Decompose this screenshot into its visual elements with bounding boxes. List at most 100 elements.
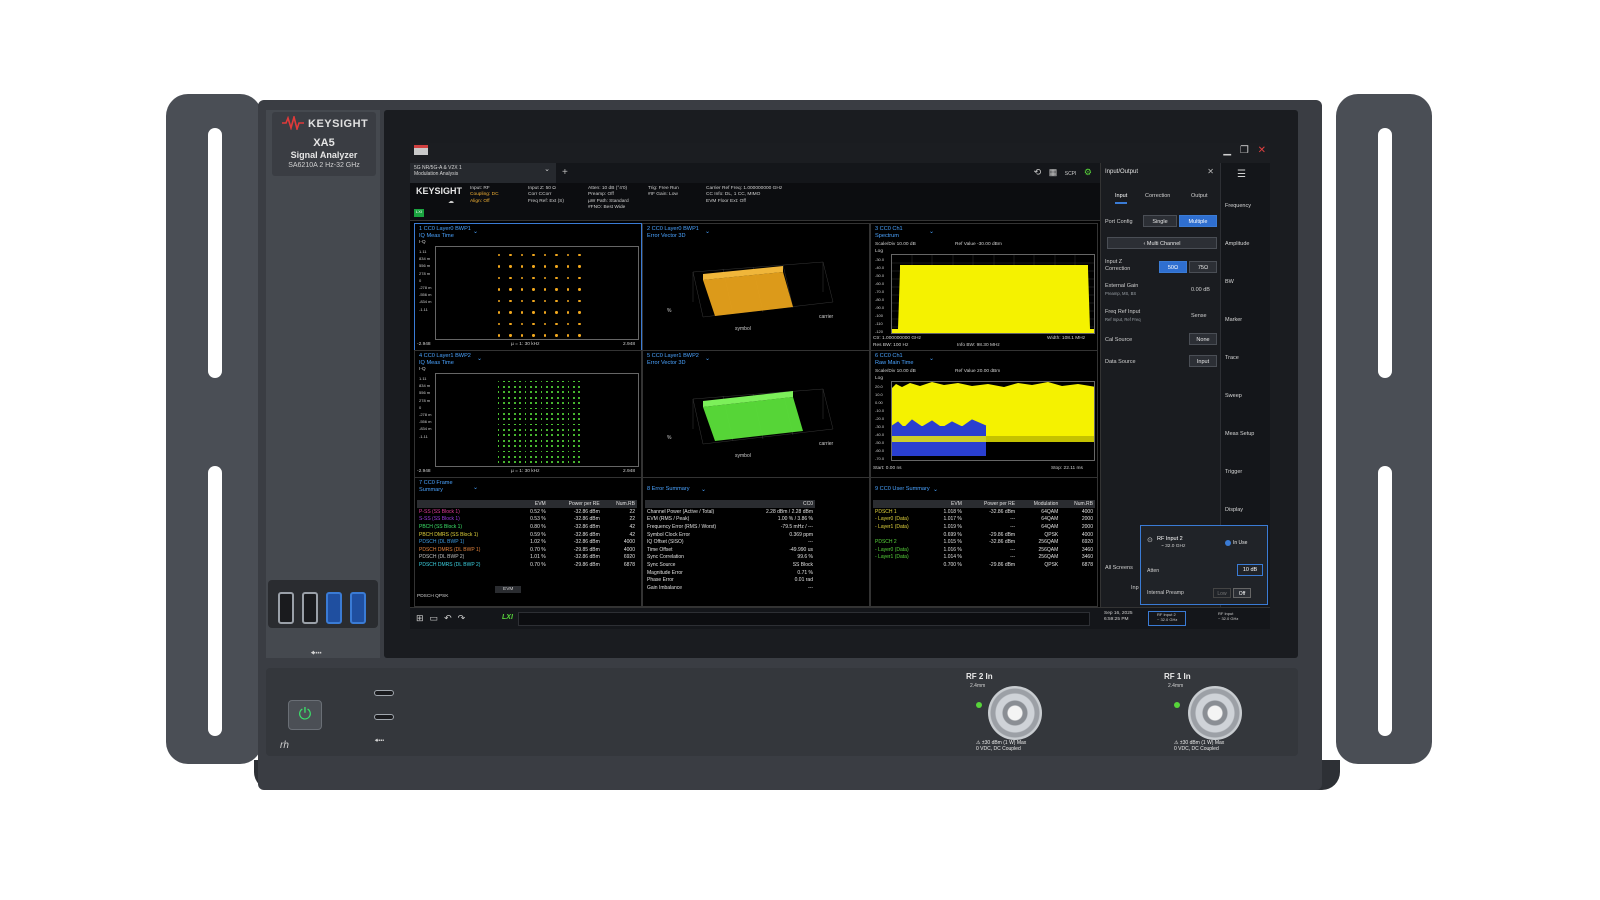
pane-frame-summary[interactable]: 7 CC0 Frame Summary ⌄ EVM Power per RE Num… xyxy=(414,477,642,607)
pane-iq-meas-2[interactable]: 4 CC0 Layer1 BWP2 IQ Meas Time ⌄ I-Q 1.11… xyxy=(414,350,642,478)
undo-icon[interactable]: ↶ xyxy=(444,613,458,623)
settings-group[interactable]: Input: RF Coupling: DC Align: Off xyxy=(470,186,499,205)
table-row[interactable]: PBCH (SS Block 1) 0.80 % -32.86 dBm 42 xyxy=(417,523,637,531)
table-row[interactable]: Phase Error 0.01 rad xyxy=(645,576,815,584)
rf-input-chip[interactable]: RF Input ~ 32.0 GHz xyxy=(1210,611,1248,626)
table-row[interactable]: Frequency Error (RMS / Worst) -79.5 mHz /… xyxy=(645,523,815,531)
command-entry[interactable] xyxy=(518,612,1090,626)
chevron-down-icon[interactable]: ⌄ xyxy=(701,486,706,493)
chevron-down-icon[interactable]: ⌄ xyxy=(929,228,934,235)
usb3-port[interactable] xyxy=(326,592,342,624)
menu-item-trace[interactable]: Trace xyxy=(1225,355,1239,361)
table-row[interactable]: 0.700 % -29.86 dBm QPSK 6878 xyxy=(873,561,1095,569)
chevron-down-icon[interactable]: ⌄ xyxy=(705,228,710,235)
settings-group[interactable]: Atten: 10 dB (°4'0) Preamp: Off µW Path: S… xyxy=(588,186,629,212)
table-row[interactable]: S-SS (SS Block 1) 0.53 % -32.86 dBm 22 xyxy=(417,516,637,524)
input-z-75-button[interactable]: 75Ω xyxy=(1189,261,1217,273)
table-row[interactable]: PDSCH DMRS (DL BWP 1) 0.70 % -29.85 dBm 400… xyxy=(417,546,637,554)
pane-spectrum[interactable]: 3 CC0 Ch1 Spectrum ⌄ Scale/Div 10.00 dB R… xyxy=(870,223,1098,351)
add-tab-icon[interactable]: + xyxy=(562,167,568,178)
freq-ref-value[interactable]: Sense xyxy=(1191,313,1207,319)
table-row[interactable]: 0.699 % -29.86 dBm QPSK 4000 xyxy=(873,531,1095,539)
table-row[interactable]: - Layer1 (Data) 1.019 % --- 64QAM 2000 xyxy=(873,523,1095,531)
pane-raw-main-time[interactable]: 6 CC0 Ch1 Raw Main Time ⌄ Scale/Div 10.00… xyxy=(870,350,1098,478)
rf2-connector[interactable] xyxy=(988,686,1042,740)
menu-item-sweep[interactable]: Sweep xyxy=(1225,393,1242,399)
windows-icon[interactable]: ⊞ xyxy=(416,613,430,623)
chevron-down-icon[interactable]: ⌄ xyxy=(933,486,938,493)
minimize-icon[interactable]: ▁ xyxy=(1223,145,1231,156)
usb-c-port[interactable] xyxy=(374,714,394,720)
table-row[interactable]: IQ Offset (SISO) --- xyxy=(645,538,815,546)
table-row[interactable]: PDSCH DMRS (DL BWP 2) 0.70 % -29.86 dBm 687… xyxy=(417,561,637,569)
table-row[interactable]: Symbol Clock Error 0.369 ppm xyxy=(645,531,815,539)
table-row[interactable]: PDSCH (DL BWP 1) 1.02 % -32.86 dBm 4000 xyxy=(417,538,637,546)
chevron-down-icon[interactable]: ⌄ xyxy=(544,166,550,173)
menu-item-marker[interactable]: Marker xyxy=(1225,317,1242,323)
mode-tab[interactable]: 5G NR/5G-A & V2X 1 Modulation Analysis ⌄ xyxy=(410,163,556,183)
table-row[interactable]: EVM (RMS / Peak) 1.00 % / 3.86 % xyxy=(645,516,815,524)
pane-iq-meas-1[interactable]: 1 CC0 Layer0 BWP1 IQ Meas Time ⌄ I-Q 1.11… xyxy=(414,223,642,351)
pane-error-vector-3d-2[interactable]: 5 CC0 Layer1 BWP2 Error Vector 3D ⌄ % sym… xyxy=(642,350,870,478)
table-row[interactable]: Gain Imbalance --- xyxy=(645,584,815,592)
restore-icon[interactable]: ❐ xyxy=(1240,145,1249,156)
all-screens-label[interactable]: All Screens xyxy=(1105,565,1133,572)
port-single-button[interactable]: Single xyxy=(1143,215,1177,227)
atten-input[interactable]: 10 dB xyxy=(1237,564,1263,576)
usb-port[interactable] xyxy=(302,592,318,624)
table-row[interactable]: PDSCH 1 1.018 % -32.86 dBm 64QAM 4000 xyxy=(873,508,1095,516)
menu-item-amplitude[interactable]: Amplitude xyxy=(1225,241,1249,247)
menu-item-display[interactable]: Display xyxy=(1225,507,1243,513)
redo-icon[interactable]: ↷ xyxy=(458,613,472,623)
lxi-icon[interactable]: LXI xyxy=(502,614,513,621)
settings-group[interactable]: Trig: Free Run #IF Gain: Low xyxy=(648,186,679,199)
chevron-down-icon[interactable]: ⌄ xyxy=(477,355,482,362)
table-row[interactable]: P-SS (SS Block 1) 0.52 % -32.86 dBm 22 xyxy=(417,508,637,516)
chevron-down-icon[interactable]: ⌄ xyxy=(929,355,934,362)
menu-item-meas-setup[interactable]: Meas Setup xyxy=(1225,431,1254,437)
multi-channel-button[interactable]: ‹ Multi Channel xyxy=(1107,237,1217,249)
chevron-down-icon[interactable]: ⌄ xyxy=(473,484,478,491)
rf-input-2-chip[interactable]: RF Input 2 ~ 32.0 GHz xyxy=(1148,611,1186,626)
menu-item-bw[interactable]: BW xyxy=(1225,279,1234,285)
table-row[interactable]: PDSCH (DL BWP 2) 1.01 % -32.86 dBm 6920 xyxy=(417,554,637,562)
pane-user-summary[interactable]: 9 CC0 User Summary ⌄ EVM Power per RE Modu… xyxy=(870,477,1098,607)
chevron-down-icon[interactable]: ⌄ xyxy=(705,355,710,362)
power-button[interactable]: ⏻ xyxy=(288,700,322,730)
data-source-select[interactable]: Input xyxy=(1189,355,1217,367)
status-icon[interactable]: ⚙ xyxy=(1084,167,1092,177)
usb-port[interactable] xyxy=(278,592,294,624)
table-row[interactable]: Time Offset -49.990 us xyxy=(645,546,815,554)
table-row[interactable]: - Layer0 (Data) 1.016 % --- 256QAM 3460 xyxy=(873,546,1095,554)
refresh-icon[interactable]: ⟲ xyxy=(1034,167,1042,177)
preamp-low-option[interactable]: Low xyxy=(1213,588,1231,598)
ext-gain-value[interactable]: 0.00 dB xyxy=(1191,287,1210,293)
settings-group[interactable]: Input Z: 50 Ω Corr CCorr Freq Ref: Ext (S) xyxy=(528,186,564,205)
menu-item-trigger[interactable]: Trigger xyxy=(1225,469,1242,475)
pane-error-summary[interactable]: 8 Error Summary ⌄ CC0 Channel Power (Acti… xyxy=(642,477,870,607)
scpi-icon[interactable]: SCPI xyxy=(1065,171,1077,177)
table-row[interactable]: PDSCH 2 1.015 % -32.86 dBm 256QAM 6920 xyxy=(873,538,1095,546)
table-row[interactable]: Channel Power (Active / Total) 2.28 dBm /… xyxy=(645,508,815,516)
table-row[interactable]: Magnitude Error 0.71 % xyxy=(645,569,815,577)
close-icon[interactable]: ✕ xyxy=(1258,145,1266,156)
table-row[interactable]: Sync Correlation 99.6 % xyxy=(645,554,815,562)
pane-error-vector-3d-1[interactable]: 2 CC0 Layer0 BWP1 Error Vector 3D ⌄ % sym… xyxy=(642,223,870,351)
input-z-50-button[interactable]: 50Ω xyxy=(1159,261,1187,273)
rf1-connector[interactable] xyxy=(1188,686,1242,740)
usb-c-port[interactable] xyxy=(374,690,394,696)
usb3-port[interactable] xyxy=(350,592,366,624)
folder-icon[interactable]: ▭ xyxy=(430,613,445,623)
cal-source-select[interactable]: None xyxy=(1189,333,1217,345)
table-row[interactable]: - Layer0 (Data) 1.017 % --- 64QAM 2000 xyxy=(873,516,1095,524)
hamburger-menu-icon[interactable]: ☰ xyxy=(1237,169,1246,180)
table-row[interactable]: Sync Source SS Block xyxy=(645,561,815,569)
grid-icon[interactable]: ▦ xyxy=(1049,167,1058,177)
tab-correction[interactable]: Correction xyxy=(1145,193,1170,199)
preamp-off-option[interactable]: Off xyxy=(1233,588,1251,598)
menu-item-frequency[interactable]: Frequency xyxy=(1225,203,1251,209)
input-tab-stub[interactable]: Inp xyxy=(1131,585,1139,592)
table-row[interactable]: PBCH DMRS (SS Block 1) 0.59 % -32.86 dBm 42 xyxy=(417,531,637,539)
chevron-down-icon[interactable]: ⌄ xyxy=(473,228,478,235)
tab-input[interactable]: Input xyxy=(1115,193,1128,204)
